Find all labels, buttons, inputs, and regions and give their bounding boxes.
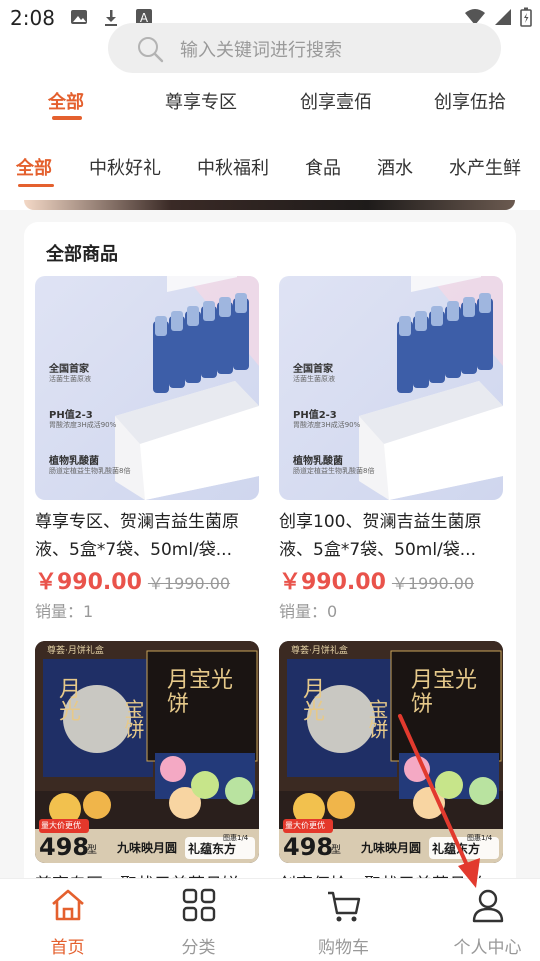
product-image-tag: 月宝光饼	[411, 668, 478, 717]
product-image-tag: 九味映月圆	[361, 841, 422, 855]
product-image-tag: 尊荟·月饼礼盒	[47, 646, 104, 656]
signal-icon	[495, 9, 511, 25]
product-image-tag: 图惠1/4	[467, 834, 493, 842]
product-original-price: ￥1990.00	[391, 574, 475, 593]
status-time: 2:08	[10, 6, 55, 30]
grid-icon	[182, 888, 216, 922]
product-image-tag: 肠道定植益生物乳酸菌8倍	[293, 467, 375, 475]
product-image-tag: 植物乳酸菌	[293, 456, 343, 467]
cart-icon	[328, 891, 361, 922]
product-image-tag: 宝饼	[121, 699, 145, 739]
product-image: 尊荟·月饼礼盒 月光 宝饼 月宝光饼 量大价更优 498 型 九味映月圆 礼蕴东…	[35, 641, 259, 863]
product-original-price: ￥1990.00	[147, 574, 231, 593]
product-image-tag: 量大价更优	[41, 821, 81, 830]
product-image-tag: 全国首家	[49, 364, 89, 375]
bottom-nav: 首页 分类 购物车 个人中心	[0, 878, 540, 961]
product-image-tag: 量大价更优	[285, 821, 325, 830]
download-icon	[105, 10, 117, 26]
nav-profile-label: 个人中心	[453, 938, 522, 958]
search-placeholder: 输入关键词进行搜索	[180, 40, 342, 61]
search-icon	[138, 37, 164, 63]
product-image-tag: 全国首家	[293, 364, 333, 375]
product-name: 创享100、贺澜吉益生菌原液、5盒*7袋、50ml/袋...	[279, 512, 482, 560]
product-image-tag: 胃酸浓度3H成活90%	[293, 421, 361, 429]
category-tab-food[interactable]: 食品	[305, 154, 341, 180]
category-tab-mid-autumn-welfare[interactable]: 中秋福利	[197, 154, 269, 180]
product-image-tag: 植物乳酸菌	[49, 456, 99, 467]
product-image-tag: 九味映月圆	[117, 841, 178, 855]
section-title: 全部商品	[46, 244, 118, 265]
nav-category-label: 分类	[181, 938, 216, 958]
user-icon	[472, 889, 504, 923]
search-input[interactable]: 输入关键词进行搜索	[108, 23, 501, 73]
price-row: ￥990.00 ￥1990.00	[279, 564, 474, 596]
category-tab-indicator	[18, 184, 54, 187]
tab-premium-zone[interactable]: 尊享专区	[165, 88, 237, 114]
nav-home-label: 首页	[50, 938, 85, 958]
tab-all[interactable]: 全部	[48, 88, 84, 114]
nav-category[interactable]: 分类	[131, 879, 266, 961]
category-tabs: 全部 中秋好礼 中秋福利 食品 酒水 水产生鲜	[0, 148, 540, 188]
nav-cart[interactable]: 购物车	[276, 879, 411, 961]
category-tab-all[interactable]: 全部	[16, 154, 52, 180]
top-tab-indicator	[52, 116, 82, 120]
image-icon	[71, 10, 87, 24]
banner-edge[interactable]	[24, 200, 515, 210]
product-image-tag: 胃酸浓度3H成活90%	[49, 421, 117, 429]
nav-profile[interactable]: 个人中心	[420, 879, 540, 961]
product-image-tag: 尊荟·月饼礼盒	[291, 646, 348, 656]
product-image-tag: PH值2-3	[293, 410, 337, 421]
nav-cart-label: 购物车	[318, 938, 369, 958]
product-image-tag: 月宝光饼	[167, 668, 234, 717]
category-tab-mid-autumn-gifts[interactable]: 中秋好礼	[89, 154, 161, 180]
product-image-tag: 月光	[299, 677, 324, 721]
product-image-tag: 活菌生菌原液	[49, 375, 91, 383]
category-tab-drinks[interactable]: 酒水	[377, 154, 413, 180]
tab-chuangxiang-100[interactable]: 创享壹佰	[300, 88, 372, 114]
product-image-tag: 498	[39, 833, 90, 861]
product-image-tag: 型	[87, 845, 97, 856]
tab-chuangxiang-50[interactable]: 创享伍拾	[434, 88, 506, 114]
product-image: 尊荟·月饼礼盒 月光 宝饼 月宝光饼 量大价更优 498 型 九味映月圆 礼蕴东…	[279, 641, 503, 863]
product-price: ￥990.00	[279, 570, 386, 595]
product-name: 尊享专区、贺澜吉益生菌原液、5盒*7袋、50ml/袋...	[35, 512, 239, 560]
category-tab-seafood[interactable]: 水产生鲜	[449, 154, 521, 180]
product-image-tag: 活菌生菌原液	[293, 375, 335, 383]
product-price: ￥990.00	[35, 570, 142, 595]
product-image-tag: 型	[331, 845, 341, 856]
product-image-tag: 肠道定植益生物乳酸菌8倍	[49, 467, 131, 475]
product-image-tag: 498	[283, 833, 334, 861]
nav-home[interactable]: 首页	[0, 879, 135, 961]
product-sales: 销量：1	[35, 602, 94, 621]
product-image-tag: 宝饼	[365, 699, 389, 739]
home-icon	[52, 889, 84, 921]
price-row: ￥990.00 ￥1990.00	[35, 564, 230, 596]
product-image-tag: 图惠1/4	[223, 834, 249, 842]
product-image-tag: 月光	[55, 677, 80, 721]
product-image-tag: PH值2-3	[49, 410, 93, 421]
product-sales: 销量：0	[279, 602, 338, 621]
battery-icon	[520, 7, 532, 27]
product-image: 全国首家 活菌生菌原液 PH值2-3 胃酸浓度3H成活90% 植物乳酸菌 肠道定…	[279, 276, 503, 500]
product-image: 全国首家 活菌生菌原液 PH值2-3 胃酸浓度3H成活90% 植物乳酸菌 肠道定…	[35, 276, 259, 500]
